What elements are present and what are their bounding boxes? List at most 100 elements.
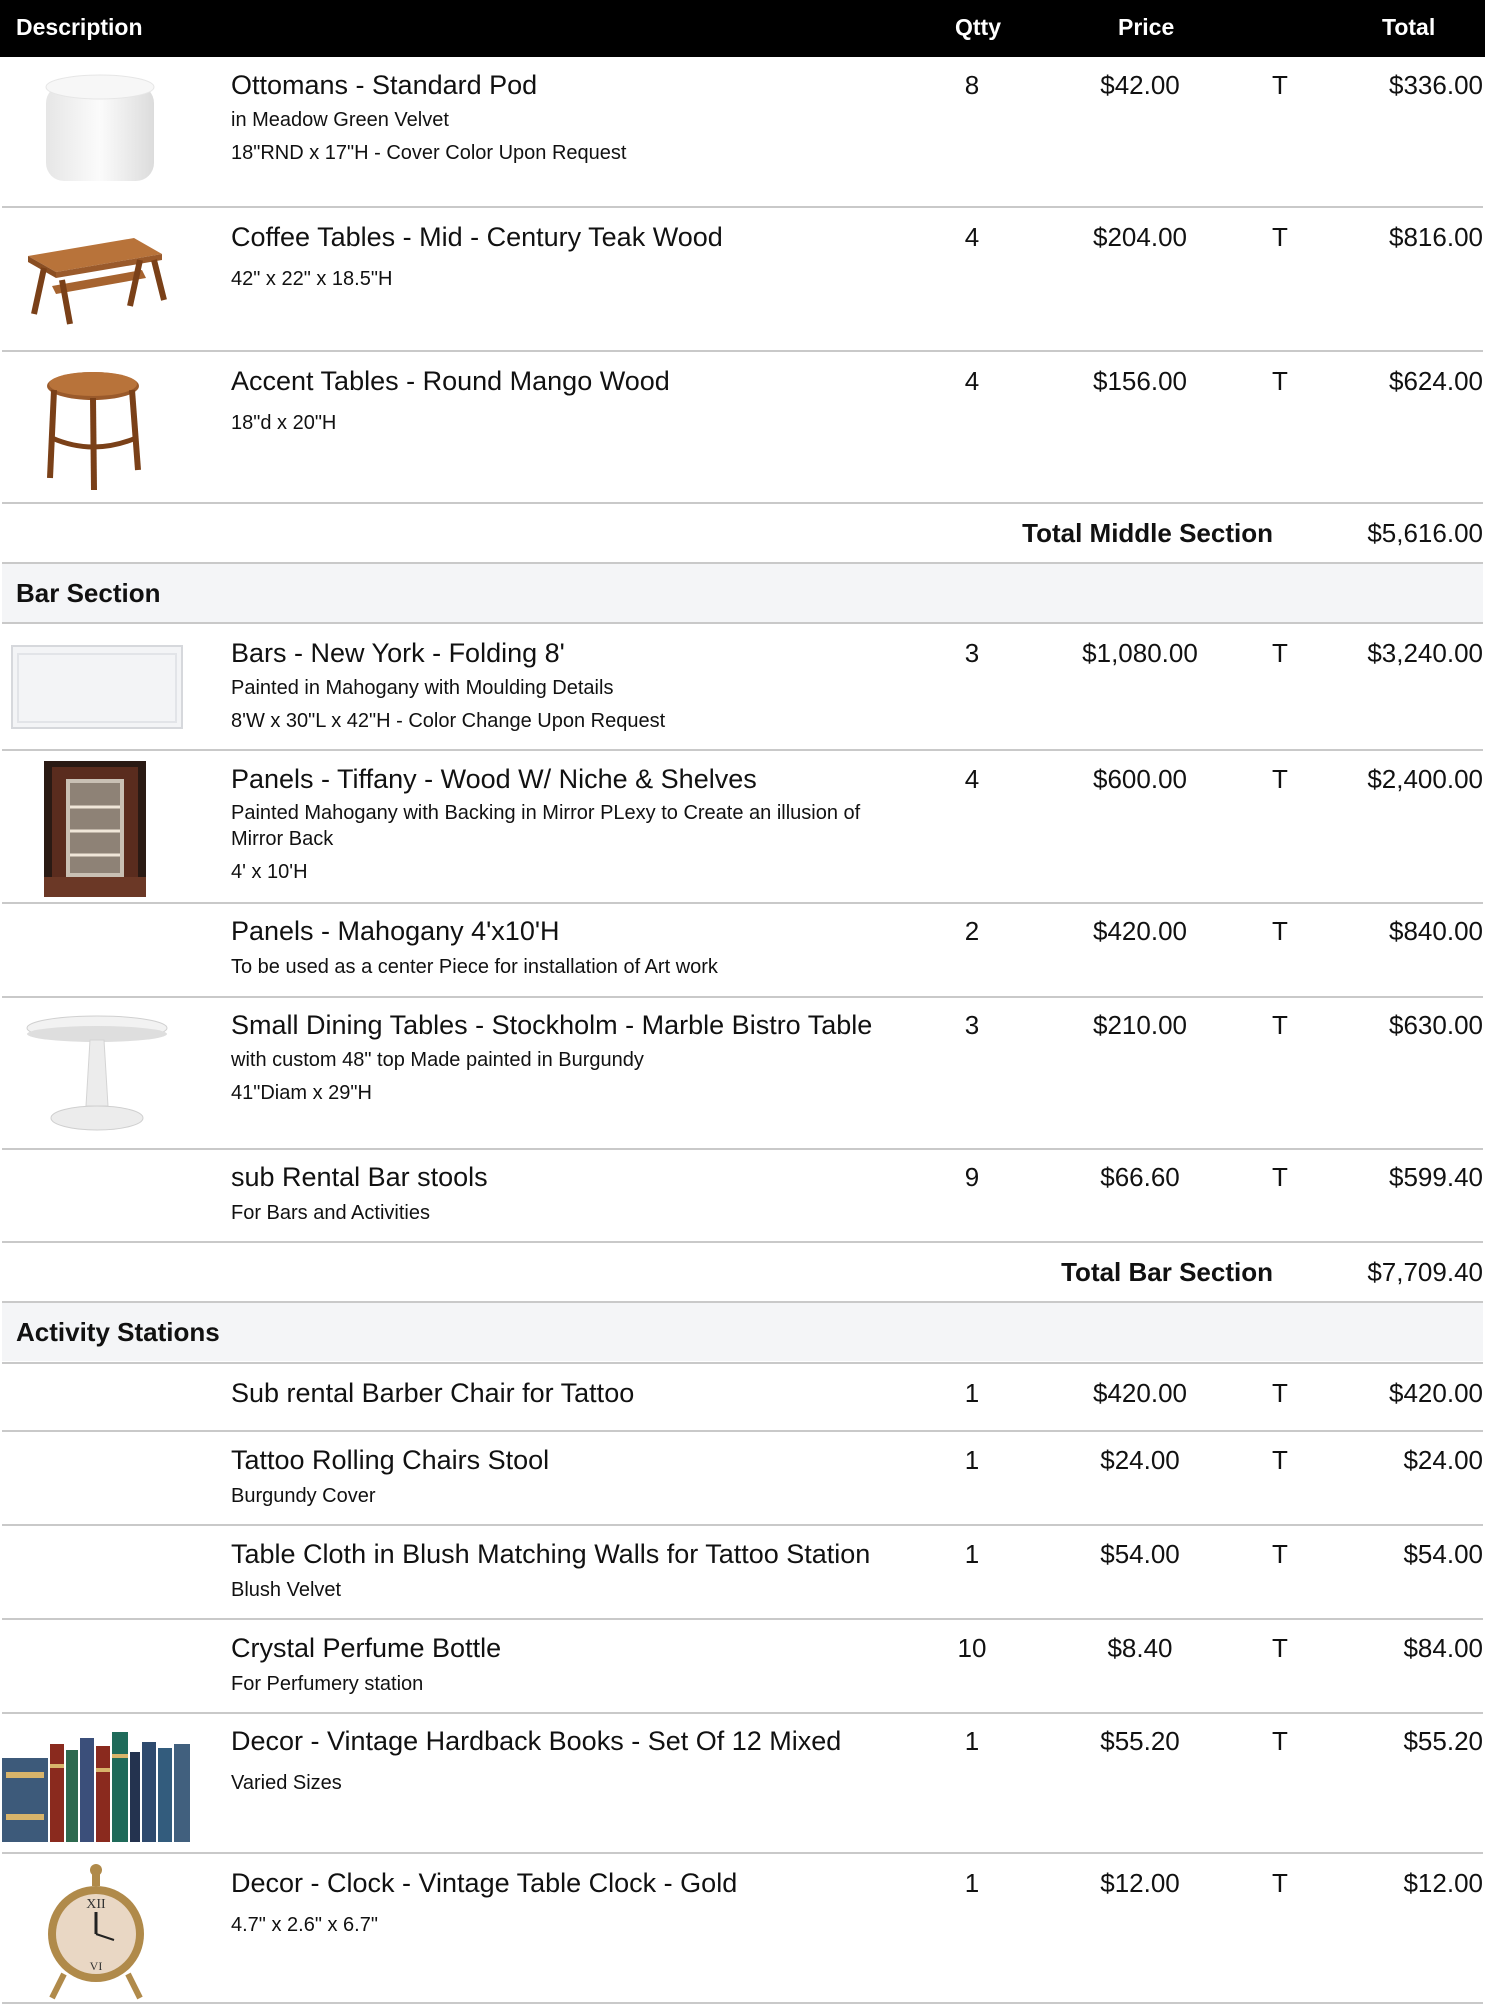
item-tax-flag: T [1272,638,1288,668]
item-detail: Varied Sizes [231,1772,342,1794]
item-total: $54.00 [1403,1539,1483,1569]
item-qty: 4 [964,222,980,252]
item-qty: 1 [964,1378,980,1408]
item-detail: Blush Velvet [231,1579,342,1601]
item-title: Table Cloth in Blush Matching Walls for … [231,1539,871,1569]
accent-table-image [47,372,141,491]
item-title: Decor - Clock - Vintage Table Clock - Go… [231,1868,738,1898]
table-row: Ottomans - Standard Pod in Meadow Green … [0,57,1485,207]
table-row: Crystal Perfume Bottle For Perfumery sta… [0,1620,1485,1712]
item-detail: For Perfumery station [231,1673,424,1695]
item-price: $55.20 [1100,1726,1180,1756]
subtotal-label: Total Middle Section [1022,518,1273,548]
item-title: Small Dining Tables - Stockholm - Marble… [231,1010,873,1040]
item-price: $420.00 [1093,1378,1187,1408]
coffee-table-image [28,238,167,325]
item-qty: 8 [964,70,980,100]
item-title: Coffee Tables - Mid - Century Teak Wood [231,222,723,252]
item-total: $420.00 [1389,1378,1483,1408]
ottoman-image [45,74,155,181]
table-row: Panels - Mahogany 4'x10'H To be used as … [0,904,1485,996]
books-image [2,1732,190,1842]
header-total: Total [1382,14,1436,40]
item-qty: 10 [957,1633,987,1663]
svg-text:VI: VI [90,1959,103,1973]
item-title: Bars - New York - Folding 8' [231,638,565,668]
item-detail: 42" x 22" x 18.5"H [231,268,393,290]
item-qty: 1 [964,1539,980,1569]
section-title: Activity Stations [16,1317,220,1347]
item-title: Sub rental Barber Chair for Tattoo [231,1378,635,1408]
item-tax-flag: T [1272,1378,1288,1408]
item-tax-flag: T [1272,1445,1288,1475]
subtotal-label: Total Bar Section [1061,1257,1273,1287]
item-price: $8.40 [1107,1633,1173,1663]
item-qty: 3 [964,638,980,668]
item-total: $2,400.00 [1367,764,1483,794]
item-detail: To be used as a center Piece for install… [231,956,718,978]
item-tax-flag: T [1272,1539,1288,1569]
row-divider [2,2002,1483,2004]
bar-image [11,645,183,729]
header-description: Description [16,14,143,40]
table-row: Sub rental Barber Chair for Tattoo 1 $42… [0,1364,1485,1430]
item-tax-flag: T [1272,1162,1288,1192]
item-price: $600.00 [1093,764,1187,794]
item-detail: Painted Mahogany with Backing in Mirror … [231,802,861,850]
item-detail: 4' x 10'H [231,861,308,883]
subtotal-row: Total Middle Section $5,616.00 [0,504,1485,562]
item-total: $24.00 [1403,1445,1483,1475]
item-qty: 4 [964,366,980,396]
item-qty: 4 [964,764,980,794]
item-detail: 41"Diam x 29"H [231,1082,372,1104]
item-total: $55.20 [1403,1726,1483,1756]
item-detail: 18"RND x 17"H - Cover Color Upon Request [231,142,627,164]
item-tax-flag: T [1272,916,1288,946]
item-price: $1,080.00 [1082,638,1198,668]
clock-image: XII VI [48,1864,144,2000]
item-qty: 1 [964,1445,980,1475]
item-total: $12.00 [1403,1868,1483,1898]
item-price: $54.00 [1100,1539,1180,1569]
item-detail: in Meadow Green Velvet [231,109,449,131]
table-row: Decor - Vintage Hardback Books - Set Of … [0,1714,1485,1852]
item-total: $624.00 [1389,366,1483,396]
item-total: $840.00 [1389,916,1483,946]
item-qty: 2 [964,916,980,946]
item-qty: 9 [964,1162,980,1192]
item-detail: 4.7" x 2.6" x 6.7" [231,1914,378,1936]
item-qty: 1 [964,1726,980,1756]
item-tax-flag: T [1272,764,1288,794]
item-tax-flag: T [1272,222,1288,252]
item-title: Panels - Tiffany - Wood W/ Niche & Shelv… [231,764,757,794]
item-price: $210.00 [1093,1010,1187,1040]
table-row: sub Rental Bar stools For Bars and Activ… [0,1150,1485,1242]
item-qty: 1 [964,1868,980,1898]
table-row: Table Cloth in Blush Matching Walls for … [0,1526,1485,1618]
item-total: $84.00 [1403,1633,1483,1663]
item-detail: For Bars and Activities [231,1202,430,1224]
item-total: $630.00 [1389,1010,1483,1040]
item-price: $12.00 [1100,1868,1180,1898]
subtotal-row: Total Bar Section $7,709.40 [0,1243,1485,1301]
item-title: Crystal Perfume Bottle [231,1633,502,1663]
item-title: sub Rental Bar stools [231,1162,488,1192]
item-tax-flag: T [1272,366,1288,396]
table-row: Panels - Tiffany - Wood W/ Niche & Shelv… [0,751,1485,901]
bistro-table-image [26,1015,168,1131]
item-tax-flag: T [1272,1868,1288,1898]
item-total: $816.00 [1389,222,1483,252]
item-title: Tattoo Rolling Chairs Stool [231,1445,550,1475]
subtotal-value: $5,616.00 [1367,518,1483,548]
table-row: Small Dining Tables - Stockholm - Marble… [0,998,1485,1148]
item-price: $24.00 [1100,1445,1180,1475]
item-title: Panels - Mahogany 4'x10'H [231,916,560,946]
item-price: $420.00 [1093,916,1187,946]
table-row: Accent Tables - Round Mango Wood 18"d x … [0,352,1485,502]
item-tax-flag: T [1272,70,1288,100]
item-tax-flag: T [1272,1726,1288,1756]
table-header: Description Qtty Price Total [0,0,1485,57]
item-price: $204.00 [1093,222,1187,252]
item-price: $156.00 [1093,366,1187,396]
table-row: Coffee Tables - Mid - Century Teak Wood … [0,208,1485,350]
